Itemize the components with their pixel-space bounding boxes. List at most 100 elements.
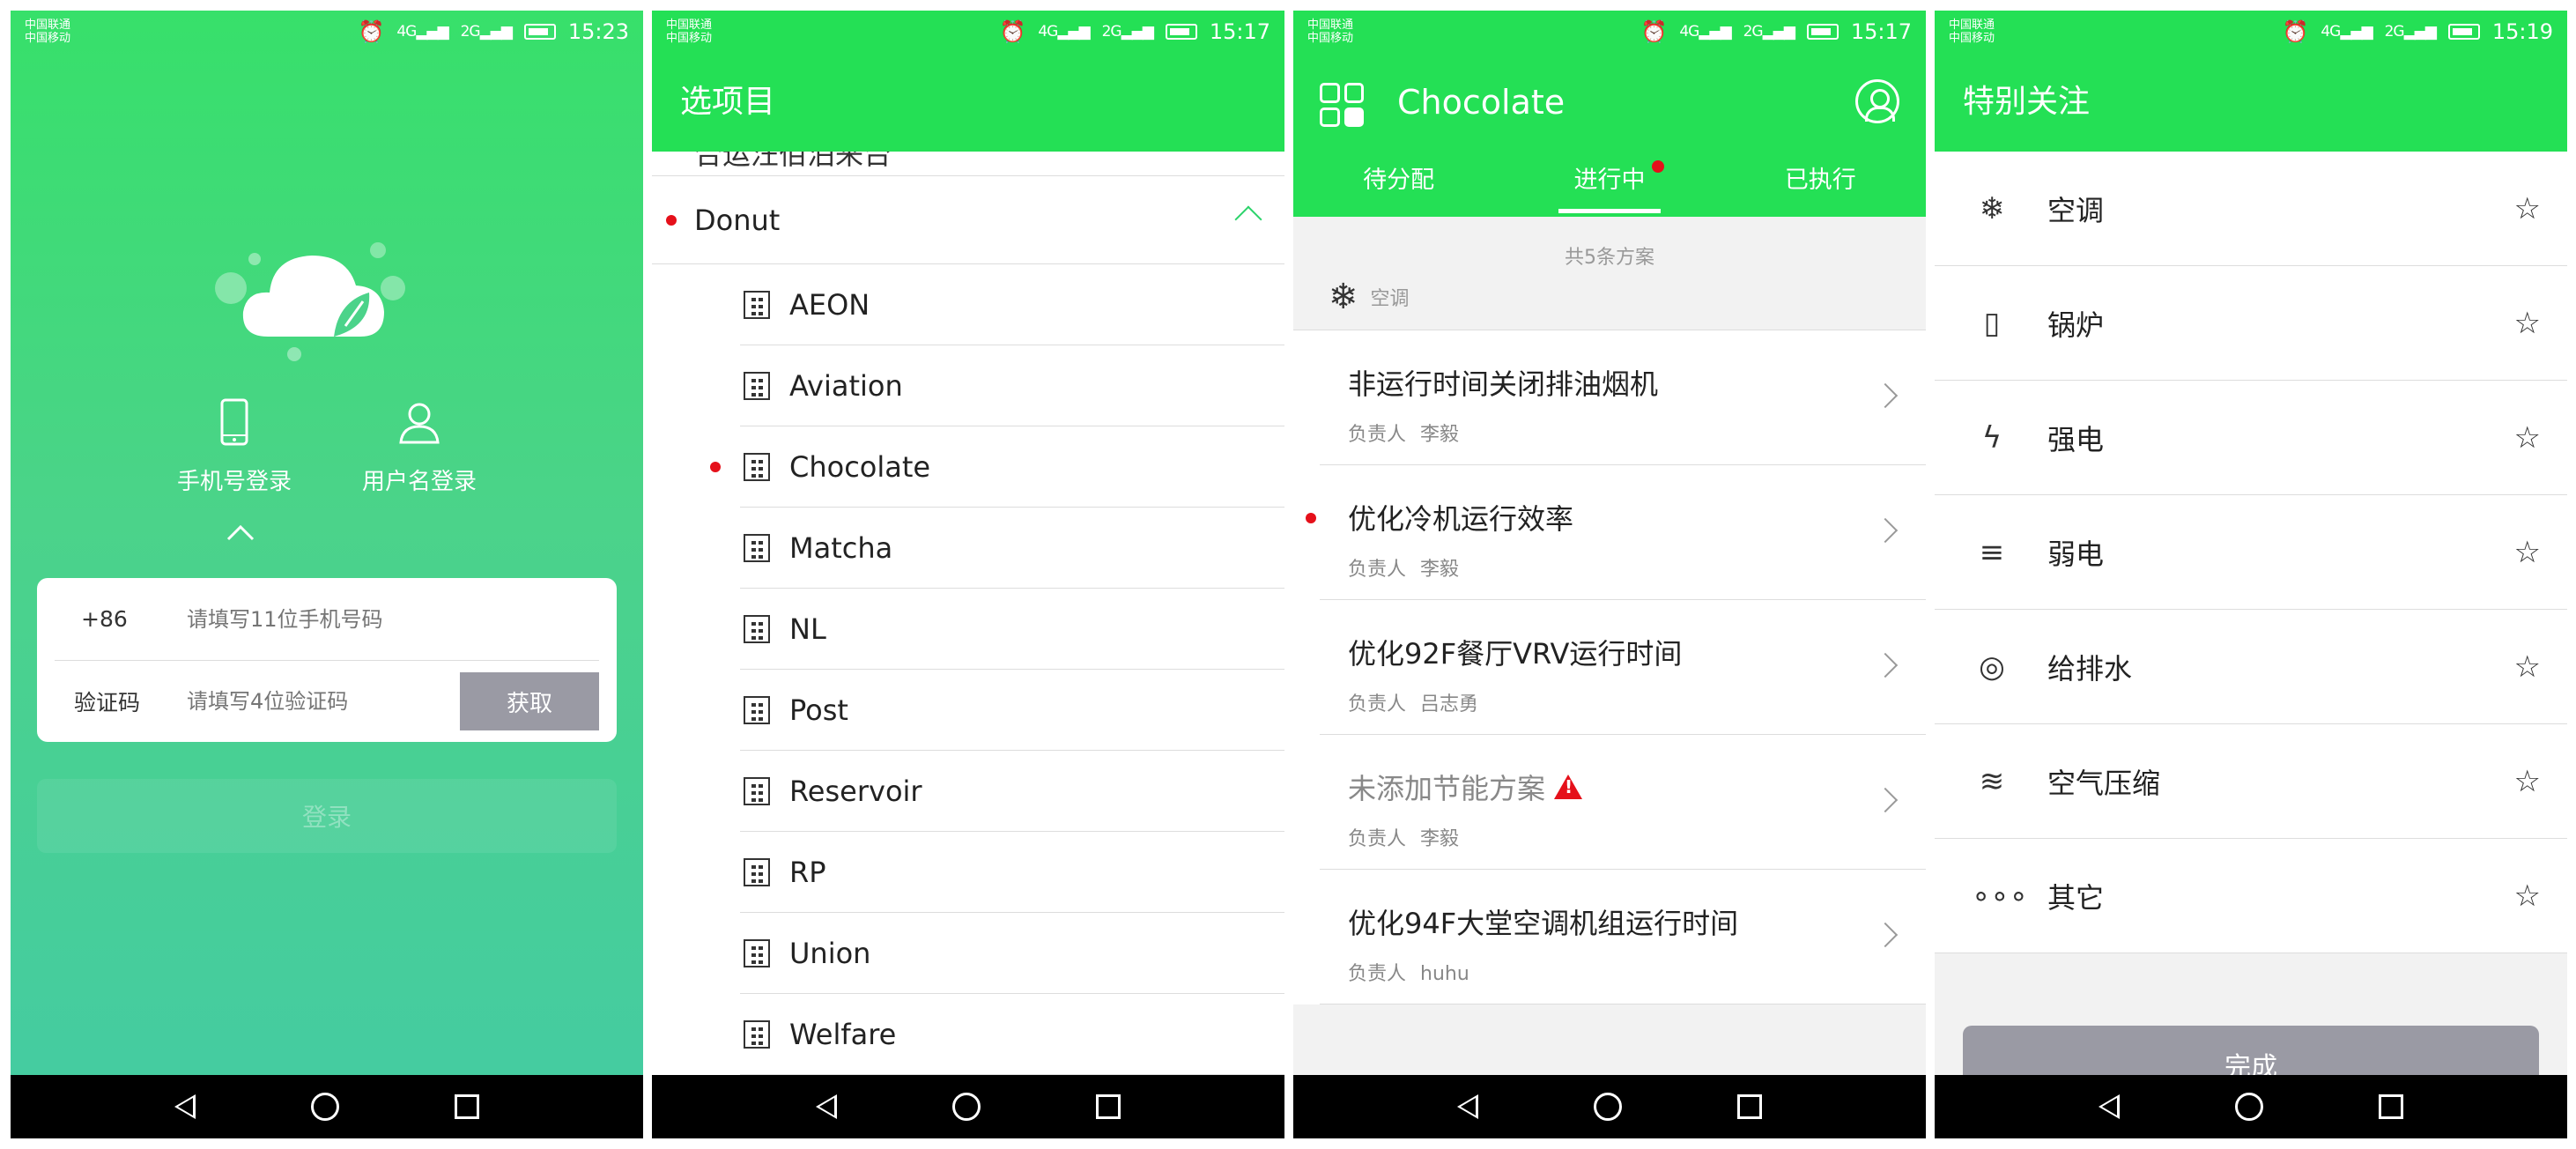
- username-login-tab[interactable]: 用户名登录: [353, 398, 485, 496]
- clock: 15:19: [2491, 19, 2553, 44]
- cloud-leaf-logo-icon: [215, 242, 405, 361]
- project-item[interactable]: Matcha: [740, 508, 1284, 589]
- follow-item-strong-power[interactable]: ϟ 强电 ☆: [1935, 381, 2567, 495]
- plan-item[interactable]: 优化92F餐厅VRV运行时间 负责人 吕志勇: [1320, 600, 1926, 735]
- plan-item[interactable]: 优化94F大堂空调机组运行时间 负责人 huhu: [1320, 870, 1926, 1004]
- follow-item-air-compression[interactable]: ≋ 空气压缩 ☆: [1935, 724, 2567, 839]
- recent-apps-icon[interactable]: [2379, 1094, 2404, 1119]
- star-icon[interactable]: ☆: [2514, 306, 2541, 341]
- clock: 15:17: [1850, 19, 1912, 44]
- carrier-label: 中国移动: [1949, 32, 1995, 45]
- recent-apps-icon[interactable]: [1096, 1094, 1121, 1119]
- snowflake-icon: ❄: [1329, 277, 1358, 317]
- page-title[interactable]: Chocolate: [1397, 83, 1565, 122]
- tab-pending[interactable]: 待分配: [1293, 160, 1504, 215]
- warning-icon: [1554, 775, 1583, 799]
- project-item[interactable]: Chocolate: [710, 426, 1284, 508]
- alarm-icon: ⏰: [2282, 19, 2309, 44]
- project-label: Aviation: [789, 368, 903, 403]
- project-item[interactable]: RP: [740, 832, 1284, 913]
- country-code[interactable]: +86: [55, 606, 187, 632]
- star-icon[interactable]: ☆: [2514, 191, 2541, 226]
- signal-icon: 2G▂▄▆: [2384, 23, 2437, 41]
- building-icon: [744, 938, 770, 967]
- plan-owner: 负责人 李毅: [1348, 559, 1460, 581]
- phone-login-tab[interactable]: 手机号登录: [168, 398, 300, 496]
- project-label: Welfare: [789, 1017, 897, 1051]
- follow-item-ac[interactable]: ❄ 空调 ☆: [1935, 152, 2567, 266]
- back-icon[interactable]: [1456, 1094, 1478, 1119]
- signal-icon: 4G▂▄▆: [2321, 23, 2372, 41]
- login-button[interactable]: 登录: [37, 779, 617, 853]
- project-item[interactable]: AEON: [740, 264, 1284, 345]
- sliders-icon: ≡: [1979, 534, 2005, 570]
- back-icon[interactable]: [815, 1094, 837, 1119]
- star-icon[interactable]: ☆: [2514, 420, 2541, 456]
- plan-item[interactable]: 非运行时间关闭排油烟机 负责人 李毅: [1320, 330, 1926, 465]
- project-item[interactable]: Welfare: [740, 994, 1284, 1075]
- carrier-label: 中国移动: [1307, 32, 1354, 45]
- follow-label: 给排水: [2047, 651, 2133, 686]
- recent-apps-icon[interactable]: [1737, 1094, 1763, 1119]
- back-icon[interactable]: [2098, 1094, 2120, 1119]
- star-icon[interactable]: ☆: [2514, 535, 2541, 570]
- signal-icon: 2G▂▄▆: [1101, 23, 1154, 41]
- project-label: Union: [789, 936, 871, 970]
- follow-item-weak-power[interactable]: ≡ 弱电 ☆: [1935, 495, 2567, 610]
- follow-item-boiler[interactable]: ▯ 锅炉 ☆: [1935, 266, 2567, 381]
- follow-list: ❄ 空调 ☆ ▯ 锅炉 ☆ ϟ 强电 ☆ ≡ 弱电 ☆ ◎ 给排水 ☆ ≋ 空气压缩 ☆ ∘∘∘ 其它 ☆: [1935, 152, 2567, 953]
- list-item[interactable]: 合运汪佰泊来台: [652, 152, 1284, 176]
- follow-item-water[interactable]: ◎ 给排水 ☆: [1935, 610, 2567, 724]
- follow-item-other[interactable]: ∘∘∘ 其它 ☆: [1935, 839, 2567, 953]
- home-icon[interactable]: [1593, 1093, 1622, 1121]
- building-icon: [744, 290, 770, 319]
- get-code-button[interactable]: 获取: [460, 672, 599, 730]
- plan-list: 非运行时间关闭排油烟机 负责人 李毅 优化冷机运行效率 负责人 李毅 优化92F餐厅…: [1293, 330, 1926, 1004]
- plan-item[interactable]: 未添加节能方案 负责人李毅: [1320, 735, 1926, 870]
- star-icon[interactable]: ☆: [2514, 878, 2541, 914]
- group-donut[interactable]: Donut: [652, 176, 1284, 264]
- carrier-label: 中国移动: [25, 32, 71, 45]
- home-icon[interactable]: [2234, 1093, 2263, 1121]
- phone-input[interactable]: [187, 606, 599, 632]
- follow-label: 空调: [2047, 193, 2105, 227]
- carrier-label: 中国移动: [666, 32, 713, 45]
- recent-apps-icon[interactable]: [455, 1094, 480, 1119]
- more-icon: ∘∘∘: [1972, 878, 2028, 914]
- app-grid-icon[interactable]: [1320, 83, 1364, 127]
- building-icon: [744, 1019, 770, 1049]
- status-tabs: 待分配 进行中 已执行: [1293, 160, 1926, 215]
- tab-executed[interactable]: 已执行: [1715, 160, 1926, 215]
- follow-label: 空气压缩: [2047, 766, 2161, 800]
- carrier-label: 中国联通: [1949, 19, 1995, 32]
- phone-row: +86: [37, 578, 617, 660]
- page-title: 特别关注: [1963, 84, 2091, 120]
- project-item[interactable]: Post: [740, 670, 1284, 751]
- star-icon[interactable]: ☆: [2514, 649, 2541, 685]
- status-bar: 中国联通 中国移动 ⏰ 4G▂▄▆ 2G▂▄▆ 15:19: [1935, 11, 2567, 53]
- unread-dot: [666, 215, 677, 226]
- project-item[interactable]: Aviation: [740, 345, 1284, 426]
- code-input[interactable]: [187, 689, 460, 714]
- code-label: 验证码: [74, 690, 141, 715]
- chevron-up-icon: [226, 524, 255, 541]
- project-item[interactable]: NL: [740, 589, 1284, 670]
- building-icon: [744, 452, 770, 481]
- building-icon: [744, 371, 770, 400]
- follow-label: 强电: [2047, 422, 2105, 456]
- star-icon[interactable]: ☆: [2514, 764, 2541, 799]
- project-item[interactable]: Union: [740, 913, 1284, 994]
- tab-in-progress[interactable]: 进行中: [1504, 160, 1714, 215]
- lightning-icon: ϟ: [1981, 419, 2002, 456]
- back-icon[interactable]: [174, 1094, 196, 1119]
- signal-icon: 4G▂▄▆: [1038, 23, 1090, 41]
- home-icon[interactable]: [310, 1093, 339, 1121]
- project-item[interactable]: Reservoir: [740, 751, 1284, 832]
- profile-icon[interactable]: [1855, 79, 1899, 123]
- plan-owner: 负责人 huhu: [1348, 963, 1469, 985]
- home-icon[interactable]: [951, 1093, 981, 1121]
- plan-owner: 负责人 李毅: [1348, 424, 1460, 446]
- system-nav-bar: [1935, 1075, 2567, 1138]
- plan-item[interactable]: 优化冷机运行效率 负责人 李毅: [1306, 465, 1926, 600]
- snowflake-icon: ❄: [1979, 190, 2005, 226]
